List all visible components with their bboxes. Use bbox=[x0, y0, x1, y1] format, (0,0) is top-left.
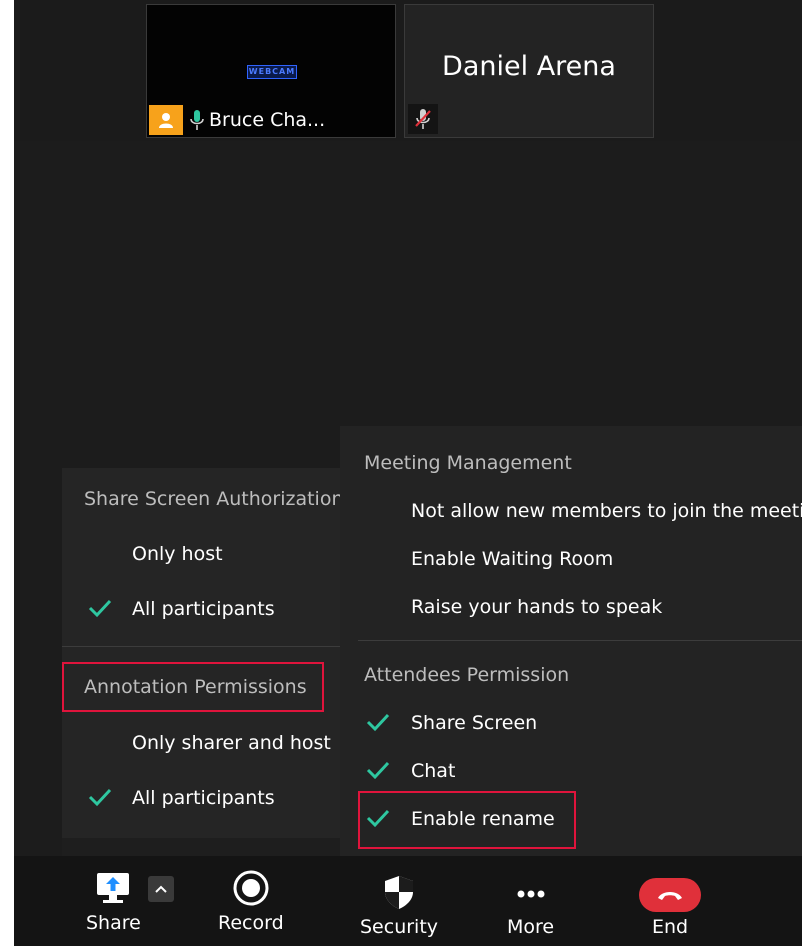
end-button[interactable]: End bbox=[639, 878, 701, 938]
host-badge-icon bbox=[149, 105, 183, 135]
share-screen-authorization-title: Share Screen Authorization bbox=[84, 488, 344, 510]
share-screen-icon bbox=[97, 873, 130, 903]
video-tile-bruce[interactable]: WEBCAM Bruce Cha... bbox=[146, 4, 396, 138]
menu-item-not-allow-new-members[interactable]: Not allow new members to join the meetin… bbox=[411, 500, 802, 522]
menu-divider bbox=[62, 646, 364, 647]
more-button[interactable]: More bbox=[507, 872, 554, 938]
menu-item-only-sharer-and-host[interactable]: Only sharer and host bbox=[132, 732, 331, 754]
tile-name-bar: Bruce Cha... bbox=[149, 105, 325, 135]
record-button-label: Record bbox=[218, 912, 284, 934]
menu-item-chat[interactable]: Chat bbox=[411, 760, 455, 782]
check-icon bbox=[366, 713, 390, 732]
check-icon bbox=[366, 761, 390, 780]
meeting-management-title: Meeting Management bbox=[364, 452, 572, 474]
security-button[interactable]: Security bbox=[360, 872, 438, 938]
share-options-caret-button[interactable] bbox=[148, 876, 174, 902]
menu-item-label: Chat bbox=[411, 760, 456, 782]
video-tile-daniel[interactable]: Daniel Arena bbox=[404, 4, 654, 138]
share-button[interactable]: Share bbox=[86, 868, 141, 934]
menu-item-label: Only sharer and host bbox=[132, 732, 331, 754]
more-button-label: More bbox=[507, 916, 555, 938]
participant-name: Bruce Cha... bbox=[209, 109, 326, 131]
menu-item-label: Not allow new members to join the meetin… bbox=[411, 500, 802, 522]
participant-name-large: Daniel Arena bbox=[442, 51, 616, 82]
menu-item-label: Enable Waiting Room bbox=[411, 548, 614, 570]
meeting-window: WEBCAM Bruce Cha... Daniel Arena Share S… bbox=[14, 0, 802, 946]
security-button-label: Security bbox=[360, 916, 439, 938]
chevron-up-icon bbox=[155, 885, 167, 893]
more-dots-icon bbox=[517, 890, 545, 898]
menu-item-enable-waiting-room[interactable]: Enable Waiting Room bbox=[411, 548, 613, 570]
menu-item-share-screen[interactable]: Share Screen bbox=[411, 712, 537, 734]
attendees-permission-title: Attendees Permission bbox=[364, 664, 570, 686]
meeting-toolbar: Share Record Security More End bbox=[14, 856, 802, 946]
menu-footer-strip bbox=[62, 838, 372, 856]
menu-item-only-host[interactable]: Only host bbox=[132, 543, 223, 565]
menu-item-all-participants-annotation[interactable]: All participants bbox=[132, 787, 275, 809]
menu-item-label: Share Screen bbox=[411, 712, 538, 734]
menu-item-label: Raise your hands to speak bbox=[411, 596, 663, 618]
menu-item-label: All participants bbox=[132, 787, 275, 809]
enable-rename-highlight-box bbox=[358, 791, 576, 849]
menu-item-label: Only host bbox=[132, 543, 223, 565]
end-button-label: End bbox=[651, 916, 689, 938]
menu-item-all-participants-share[interactable]: All participants bbox=[132, 598, 275, 620]
end-call-icon bbox=[639, 878, 701, 912]
record-button[interactable]: Record bbox=[218, 868, 284, 934]
menu-item-raise-hands[interactable]: Raise your hands to speak bbox=[411, 596, 662, 618]
share-settings-menu: Share Screen Authorization Only host All… bbox=[62, 468, 364, 838]
check-icon bbox=[88, 788, 112, 807]
mic-icon bbox=[187, 105, 207, 135]
menu-item-label: All participants bbox=[132, 598, 275, 620]
annotation-highlight-box bbox=[62, 662, 324, 712]
share-button-label: Share bbox=[86, 912, 141, 934]
shield-icon bbox=[385, 876, 414, 909]
check-icon bbox=[88, 599, 112, 618]
menu-divider bbox=[358, 640, 802, 641]
muted-mic-icon bbox=[408, 104, 438, 134]
webcam-logo: WEBCAM bbox=[247, 65, 297, 79]
record-icon bbox=[233, 870, 269, 906]
